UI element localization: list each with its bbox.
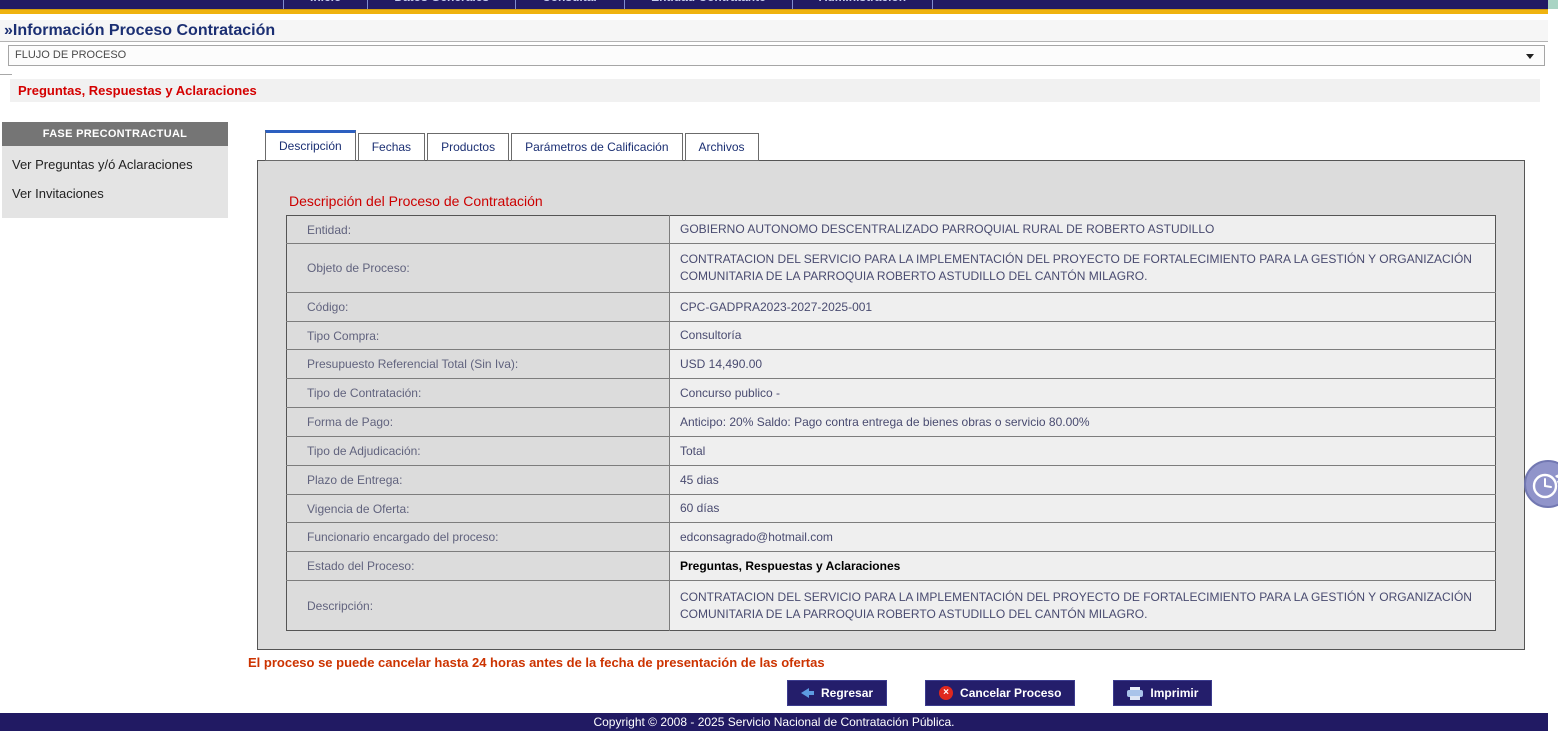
- regresar-label: Regresar: [821, 686, 873, 700]
- scrollbar-corner: [1548, 0, 1558, 9]
- field-label: Tipo de Contratación:: [287, 379, 670, 408]
- field-label: Tipo Compra:: [287, 322, 670, 350]
- tab-archivos[interactable]: Archivos: [685, 133, 759, 161]
- field-label: Entidad:: [287, 216, 670, 244]
- back-arrow-icon: [801, 688, 814, 698]
- field-label: Presupuesto Referencial Total (Sin Iva):: [287, 350, 670, 379]
- print-icon: [1127, 687, 1143, 700]
- sidebar-title: FASE PRECONTRACTUAL: [2, 122, 228, 146]
- table-row: Tipo de Contratación: Concurso publico -: [287, 379, 1496, 408]
- table-row: Descripción: CONTRATACION DEL SERVICIO P…: [287, 581, 1496, 631]
- field-value-estado: Preguntas, Respuestas y Aclaraciones: [670, 552, 1496, 581]
- field-value: CONTRATACION DEL SERVICIO PARA LA IMPLEM…: [670, 244, 1496, 293]
- imprimir-label: Imprimir: [1150, 686, 1198, 700]
- table-row: Código: CPC-GADPRA2023-2027-2025-001: [287, 293, 1496, 322]
- status-banner: Preguntas, Respuestas y Aclaraciones: [10, 79, 1540, 102]
- process-flow-selected-value: FLUJO DE PROCESO: [15, 49, 126, 61]
- table-row: Plazo de Entrega: 45 dias: [287, 466, 1496, 495]
- page-title-row: »Información Proceso Contratación: [0, 20, 1548, 42]
- tab-parametros-calificacion[interactable]: Parámetros de Calificación: [511, 133, 682, 161]
- process-details-table: Entidad: GOBIERNO AUTONOMO DESCENTRALIZA…: [286, 215, 1496, 631]
- app-window: Inicio Datos Generales Consultar Entidad…: [0, 0, 1558, 731]
- page-title: »Información Proceso Contratación: [0, 20, 1548, 42]
- top-nav-bar: Inicio Datos Generales Consultar Entidad…: [0, 0, 1548, 9]
- field-value: Total: [670, 437, 1496, 466]
- field-value: 60 días: [670, 495, 1496, 523]
- nav-item-datos-generales[interactable]: Datos Generales: [367, 0, 515, 9]
- action-button-row: Regresar × Cancelar Proceso Imprimir: [787, 680, 1212, 706]
- field-label: Código:: [287, 293, 670, 322]
- sidebar-item-ver-preguntas[interactable]: Ver Preguntas y/ó Aclaraciones: [2, 152, 228, 181]
- gold-divider: [0, 9, 1548, 14]
- field-value: GOBIERNO AUTONOMO DESCENTRALIZADO PARROQ…: [670, 216, 1496, 244]
- footer-bar: Copyright © 2008 - 2025 Servicio Naciona…: [0, 713, 1548, 731]
- table-row: Tipo Compra: Consultoría: [287, 322, 1496, 350]
- table-row: Objeto de Proceso: CONTRATACION DEL SERV…: [287, 244, 1496, 293]
- status-banner-text: Preguntas, Respuestas y Aclaraciones: [10, 83, 257, 98]
- field-label: Descripción:: [287, 581, 670, 631]
- field-label: Estado del Proceso:: [287, 552, 670, 581]
- table-row: Funcionario encargado del proceso: edcon…: [287, 523, 1496, 552]
- process-detail-panel: Descripción del Proceso de Contratación …: [257, 160, 1525, 650]
- field-label: Plazo de Entrega:: [287, 466, 670, 495]
- imprimir-button[interactable]: Imprimir: [1113, 680, 1212, 706]
- field-value: CPC-GADPRA2023-2027-2025-001: [670, 293, 1496, 322]
- nav-item-inicio[interactable]: Inicio: [283, 0, 367, 9]
- field-label: Funcionario encargado del proceso:: [287, 523, 670, 552]
- section-title: Descripción del Proceso de Contratación: [289, 193, 543, 209]
- table-row: Entidad: GOBIERNO AUTONOMO DESCENTRALIZA…: [287, 216, 1496, 244]
- nav-item-administracion[interactable]: Administración: [792, 0, 933, 9]
- field-label: Forma de Pago:: [287, 408, 670, 437]
- session-timer-clock-icon[interactable]: [1524, 460, 1558, 508]
- table-row: Tipo de Adjudicación: Total: [287, 437, 1496, 466]
- nav-item-entidad-contratante[interactable]: Entidad Contratante: [624, 0, 792, 9]
- dropdown-arrow-icon: [1526, 54, 1534, 59]
- cancelar-proceso-button[interactable]: × Cancelar Proceso: [925, 680, 1075, 706]
- cancelar-label: Cancelar Proceso: [960, 686, 1061, 700]
- field-value: Concurso publico -: [670, 379, 1496, 408]
- fieldset-border-tick: [0, 74, 12, 75]
- table-row: Vigencia de Oferta: 60 días: [287, 495, 1496, 523]
- table-row: Presupuesto Referencial Total (Sin Iva):…: [287, 350, 1496, 379]
- tab-bar: Descripción Fechas Productos Parámetros …: [265, 130, 759, 161]
- nav-item-consultar[interactable]: Consultar: [515, 0, 624, 9]
- regresar-button[interactable]: Regresar: [787, 680, 887, 706]
- footer-copyright: Copyright © 2008 - 2025 Servicio Naciona…: [0, 713, 1548, 731]
- field-value: CONTRATACION DEL SERVICIO PARA LA IMPLEM…: [670, 581, 1496, 631]
- cancel-notice: El proceso se puede cancelar hasta 24 ho…: [248, 655, 825, 670]
- field-value: Anticipo: 20% Saldo: Pago contra entrega…: [670, 408, 1496, 437]
- sidebar-menu: Ver Preguntas y/ó Aclaraciones Ver Invit…: [2, 146, 228, 218]
- sidebar: FASE PRECONTRACTUAL Ver Preguntas y/ó Ac…: [2, 122, 228, 218]
- tab-descripcion[interactable]: Descripción: [265, 130, 356, 161]
- sidebar-item-ver-invitaciones[interactable]: Ver Invitaciones: [2, 181, 228, 210]
- table-row: Forma de Pago: Anticipo: 20% Saldo: Pago…: [287, 408, 1496, 437]
- cancel-icon: ×: [939, 686, 953, 700]
- field-label: Objeto de Proceso:: [287, 244, 670, 293]
- field-value: USD 14,490.00: [670, 350, 1496, 379]
- field-value: 45 dias: [670, 466, 1496, 495]
- field-value: edconsagrado@hotmail.com: [670, 523, 1496, 552]
- tab-productos[interactable]: Productos: [427, 133, 509, 161]
- field-label: Vigencia de Oferta:: [287, 495, 670, 523]
- field-value: Consultoría: [670, 322, 1496, 350]
- process-flow-select[interactable]: FLUJO DE PROCESO: [8, 45, 1545, 66]
- tab-fechas[interactable]: Fechas: [358, 133, 425, 161]
- field-label: Tipo de Adjudicación:: [287, 437, 670, 466]
- table-row: Estado del Proceso: Preguntas, Respuesta…: [287, 552, 1496, 581]
